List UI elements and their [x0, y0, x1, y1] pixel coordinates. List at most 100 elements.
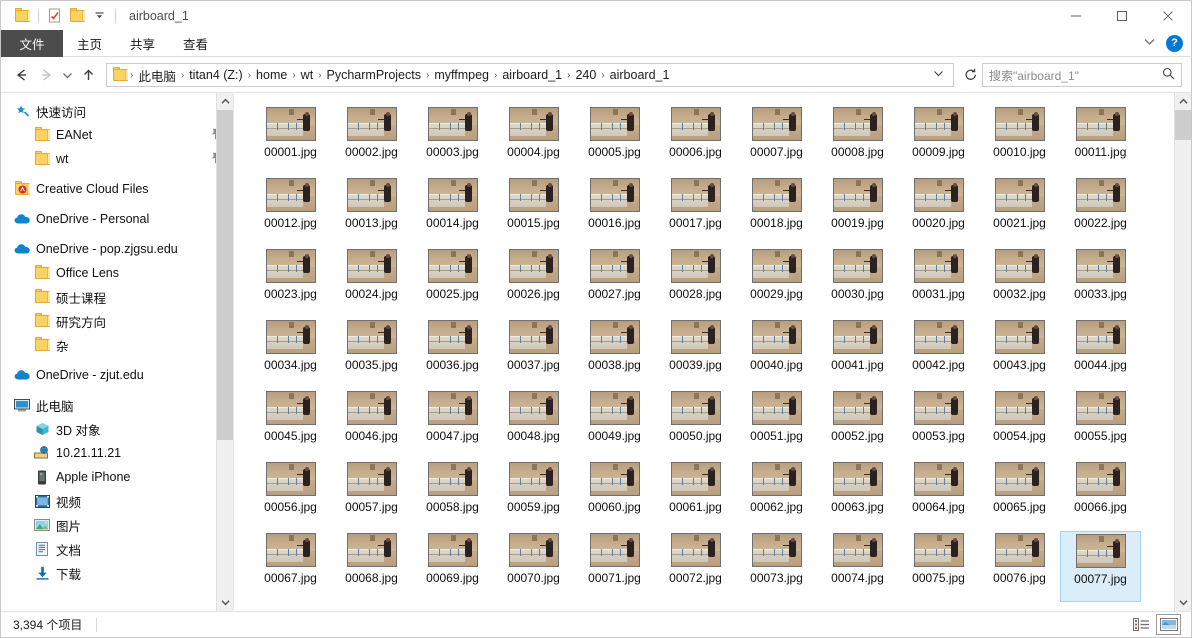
- file-tile[interactable]: 00044.jpg: [1060, 318, 1141, 389]
- sidebar-item-8[interactable]: 研究方向: [1, 309, 233, 333]
- file-tile[interactable]: 00040.jpg: [736, 318, 817, 389]
- file-tile[interactable]: 00027.jpg: [574, 247, 655, 318]
- new-folder-icon[interactable]: [66, 5, 88, 27]
- search-input[interactable]: 搜索"airboard_1": [982, 63, 1182, 87]
- file-tile[interactable]: 00075.jpg: [898, 531, 979, 602]
- file-tile[interactable]: 00022.jpg: [1060, 176, 1141, 247]
- file-tile[interactable]: 00020.jpg: [898, 176, 979, 247]
- scroll-down-arrow-icon[interactable]: [217, 594, 233, 611]
- sidebar-item-11[interactable]: 此电脑: [1, 393, 233, 417]
- file-tile[interactable]: 00014.jpg: [412, 176, 493, 247]
- scroll-down-arrow-icon[interactable]: [1175, 594, 1191, 611]
- refresh-icon[interactable]: [960, 63, 982, 87]
- breadcrumb[interactable]: › 此电脑 › titan4 (Z:) › home › wt › Pychar…: [106, 63, 954, 87]
- file-tile[interactable]: 00025.jpg: [412, 247, 493, 318]
- file-tile[interactable]: 00006.jpg: [655, 105, 736, 176]
- file-tile[interactable]: 00023.jpg: [250, 247, 331, 318]
- sidebar-item-17[interactable]: 文档: [1, 537, 233, 561]
- file-tile[interactable]: 00070.jpg: [493, 531, 574, 602]
- tab-file[interactable]: 文件: [1, 30, 63, 57]
- search-icon[interactable]: [1162, 67, 1175, 83]
- file-tile[interactable]: 00058.jpg: [412, 460, 493, 531]
- file-tile[interactable]: 00054.jpg: [979, 389, 1060, 460]
- details-view-button[interactable]: [1129, 614, 1154, 635]
- sidebar-item-0[interactable]: 快速访问: [1, 99, 233, 123]
- sidebar-item-15[interactable]: 视频: [1, 489, 233, 513]
- maximize-button[interactable]: [1099, 1, 1145, 30]
- navigation-pane-scrollbar[interactable]: [216, 93, 233, 611]
- file-tile[interactable]: 00076.jpg: [979, 531, 1060, 602]
- file-list-scrollbar[interactable]: [1174, 93, 1191, 611]
- file-tile[interactable]: 00061.jpg: [655, 460, 736, 531]
- file-tile[interactable]: 00005.jpg: [574, 105, 655, 176]
- file-tile[interactable]: 00002.jpg: [331, 105, 412, 176]
- file-tile[interactable]: 00026.jpg: [493, 247, 574, 318]
- file-tile[interactable]: 00066.jpg: [1060, 460, 1141, 531]
- file-tile[interactable]: 00017.jpg: [655, 176, 736, 247]
- file-tile[interactable]: 00035.jpg: [331, 318, 412, 389]
- breadcrumb-item-pycharmprojects[interactable]: PycharmProjects: [323, 68, 425, 82]
- file-tile[interactable]: 00012.jpg: [250, 176, 331, 247]
- help-icon[interactable]: ?: [1166, 34, 1183, 52]
- tab-home[interactable]: 主页: [63, 30, 116, 57]
- file-tile[interactable]: 00045.jpg: [250, 389, 331, 460]
- file-tile[interactable]: 00053.jpg: [898, 389, 979, 460]
- sidebar-item-1[interactable]: EANet: [1, 123, 233, 147]
- sidebar-item-7[interactable]: 硕士课程: [1, 285, 233, 309]
- breadcrumb-item-240[interactable]: 240: [571, 68, 600, 82]
- file-tile[interactable]: 00024.jpg: [331, 247, 412, 318]
- file-tile[interactable]: 00041.jpg: [817, 318, 898, 389]
- file-list-scroll-thumb[interactable]: [1175, 110, 1191, 140]
- sidebar-item-12[interactable]: 3D 对象: [1, 417, 233, 441]
- file-tile[interactable]: 00008.jpg: [817, 105, 898, 176]
- breadcrumb-item-wt[interactable]: wt: [297, 68, 318, 82]
- scroll-up-arrow-icon[interactable]: [217, 93, 233, 110]
- sidebar-item-14[interactable]: Apple iPhone: [1, 465, 233, 489]
- file-tile[interactable]: 00062.jpg: [736, 460, 817, 531]
- breadcrumb-item-titan4[interactable]: titan4 (Z:): [185, 68, 247, 82]
- file-tile[interactable]: 00009.jpg: [898, 105, 979, 176]
- file-list-view[interactable]: 00001.jpg 00002.jpg 00003.jpg 00004.jpg 0000…: [234, 93, 1191, 611]
- file-tile[interactable]: 00030.jpg: [817, 247, 898, 318]
- sidebar-item-10[interactable]: OneDrive - zjut.edu: [1, 363, 233, 387]
- file-tile[interactable]: 00073.jpg: [736, 531, 817, 602]
- file-tile[interactable]: 00055.jpg: [1060, 389, 1141, 460]
- tab-view[interactable]: 查看: [169, 30, 222, 57]
- file-tile[interactable]: 00039.jpg: [655, 318, 736, 389]
- file-tile[interactable]: 00056.jpg: [250, 460, 331, 531]
- file-tile[interactable]: 00021.jpg: [979, 176, 1060, 247]
- file-tile[interactable]: 00028.jpg: [655, 247, 736, 318]
- close-button[interactable]: [1145, 1, 1191, 30]
- file-tile[interactable]: 00065.jpg: [979, 460, 1060, 531]
- breadcrumb-item-home[interactable]: home: [252, 68, 291, 82]
- chevron-down-icon[interactable]: [1143, 37, 1156, 49]
- breadcrumb-item-airboard1[interactable]: airboard_1: [498, 68, 566, 82]
- file-tile[interactable]: 00019.jpg: [817, 176, 898, 247]
- customize-qat-chevron-icon[interactable]: [88, 5, 110, 27]
- file-tile[interactable]: 00001.jpg: [250, 105, 331, 176]
- file-tile[interactable]: 00063.jpg: [817, 460, 898, 531]
- up-button[interactable]: [76, 62, 100, 88]
- breadcrumb-chevron-down-icon[interactable]: [927, 69, 950, 81]
- sidebar-item-9[interactable]: 杂: [1, 333, 233, 357]
- file-tile[interactable]: 00047.jpg: [412, 389, 493, 460]
- folder-icon[interactable]: [11, 5, 33, 27]
- file-tile[interactable]: 00010.jpg: [979, 105, 1060, 176]
- breadcrumb-item-myffmpeg[interactable]: myffmpeg: [430, 68, 493, 82]
- recent-locations-chevron-down-icon[interactable]: [58, 62, 76, 88]
- sidebar-item-6[interactable]: Office Lens: [1, 261, 233, 285]
- sidebar-item-2[interactable]: wt: [1, 147, 233, 171]
- sidebar-item-5[interactable]: OneDrive - pop.zjgsu.edu: [1, 237, 233, 261]
- file-tile[interactable]: 00068.jpg: [331, 531, 412, 602]
- sidebar-item-3[interactable]: Creative Cloud Files: [1, 177, 233, 201]
- sidebar-item-4[interactable]: OneDrive - Personal: [1, 207, 233, 231]
- sidebar-item-13[interactable]: 10.21.11.21: [1, 441, 233, 465]
- file-tile[interactable]: 00033.jpg: [1060, 247, 1141, 318]
- file-tile[interactable]: 00013.jpg: [331, 176, 412, 247]
- file-tile[interactable]: 00011.jpg: [1060, 105, 1141, 176]
- file-tile[interactable]: 00049.jpg: [574, 389, 655, 460]
- file-tile[interactable]: 00003.jpg: [412, 105, 493, 176]
- file-tile[interactable]: 00018.jpg: [736, 176, 817, 247]
- minimize-button[interactable]: [1053, 1, 1099, 30]
- file-tile[interactable]: 00031.jpg: [898, 247, 979, 318]
